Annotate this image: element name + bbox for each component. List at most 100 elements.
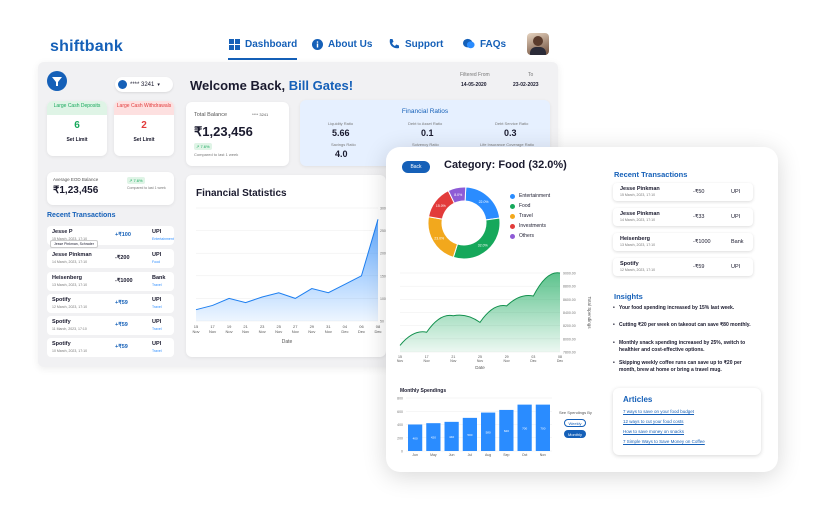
monthly-spendings-chart: 0 200 400 600 800 400 Jun 420 May 440 Jun 500 Jul 580…	[397, 397, 552, 457]
x-tick-label: Nov	[477, 359, 483, 363]
legend-swatch	[510, 203, 515, 209]
transaction-name: Jesse Pinkman	[620, 186, 660, 192]
brand-logo[interactable]: shiftbank	[50, 38, 123, 56]
transaction-category: Travel	[152, 283, 162, 287]
large-deposits-card[interactable]: Large Cash Deposits 6 Set Limit	[47, 101, 107, 156]
transaction-row[interactable]: Spotify 12 March, 2023, 17:10 -₹59 UPI	[613, 258, 753, 276]
y-tick-label: 8800.00	[563, 285, 576, 289]
top-nav: shiftbank Dashboard About Us Support FAQ…	[0, 0, 828, 70]
back-button[interactable]: Back	[402, 161, 430, 173]
legend-swatch	[510, 213, 515, 219]
article-link[interactable]: 7 ways to save on your food budget	[623, 409, 694, 414]
date-filter[interactable]: Filtered From To 14-05-2020 23-02-2023	[456, 72, 551, 94]
transaction-row[interactable]: Spotify 10 March, 2023, 17:10 +₹59 UPI Trave…	[47, 338, 174, 357]
transaction-row[interactable]: Spotify 11 March, 2023, 17:10 +₹59 UPI Trave…	[47, 316, 174, 335]
legend-label: Entertainment	[519, 193, 551, 199]
bar-value-label: 400	[413, 436, 418, 440]
transaction-name: Spotify	[52, 297, 71, 303]
legend-item: Entertainment	[510, 193, 550, 199]
transaction-mode: UPI	[731, 264, 741, 270]
transaction-amount: -₹59	[693, 264, 705, 270]
financial-statistics-chart: 3002502001501005015Nov17Nov19Nov21Nov23N…	[192, 207, 386, 346]
transaction-mode: UPI	[731, 189, 741, 195]
y-tick-label: 400	[397, 423, 403, 427]
area-fill	[196, 219, 378, 321]
category-title: Category: Food (32.0%)	[444, 159, 567, 171]
transaction-mode: UPI	[731, 214, 741, 220]
y-tick-label: 250	[380, 229, 386, 233]
x-tick-label: May	[430, 453, 437, 457]
insight-item: Skipping weekly coffee runs can save up …	[613, 360, 759, 373]
recent-transactions-title: Recent Transactions	[614, 170, 688, 179]
transaction-row[interactable]: Heisenberg 13 March, 2023, 17:10 -₹1000 Ban…	[613, 233, 753, 251]
transaction-name: Jesse Pinkman	[620, 211, 660, 217]
transaction-date: 11 March, 2023, 17:10	[52, 327, 87, 331]
transaction-row[interactable]: Spotify 12 March, 2023, 17:10 +₹59 UPI Trave…	[47, 294, 174, 313]
x-tick-label: Dec	[530, 359, 536, 363]
x-tick-label: Nov	[209, 329, 216, 334]
article-link[interactable]: 12 ways to cut your food costs	[623, 419, 684, 424]
transaction-row[interactable]: Jesse Pinkman 14 March, 2023, 17:10 -₹33 UP…	[613, 208, 753, 226]
y-tick-label: 8600.00	[563, 298, 576, 302]
total-spendings-chart: 7800.00 8000.00 8200.00 8400.00 8600.00 8800.…	[397, 272, 592, 371]
transaction-mode: UPI	[152, 229, 162, 235]
y-tick-label: 8000.00	[563, 337, 576, 341]
weekly-toggle[interactable]: Weekly	[564, 419, 586, 427]
transaction-category: Travel	[152, 327, 162, 331]
transaction-mode: UPI	[152, 297, 162, 303]
chat-icon	[463, 38, 475, 50]
welcome-heading: Welcome Back, Bill Gates!	[190, 78, 354, 93]
nav-dashboard[interactable]: Dashboard	[228, 38, 298, 60]
x-tick-label: Nov	[504, 359, 510, 363]
insight-item: Cutting ₹20 per week on takeout can save…	[613, 322, 759, 329]
x-tick-label: Nov	[424, 359, 430, 363]
transaction-row[interactable]: Heisenberg 13 March, 2023, 17:10 -₹1000 Ban…	[47, 272, 174, 291]
recent-transactions-title: Recent Transactions	[47, 212, 116, 219]
nav-dashboard-label: Dashboard	[245, 38, 298, 50]
x-axis-label: Date	[282, 339, 293, 345]
set-limit-button[interactable]: Set Limit	[114, 137, 174, 143]
transaction-name: Heisenberg	[52, 275, 82, 281]
x-tick-label: Nov	[308, 329, 315, 334]
bar-value-label: 700	[522, 426, 527, 430]
monthly-toggle[interactable]: Monthly	[564, 430, 586, 438]
transaction-row[interactable]: Jesse Pinkman 15 March, 2023, 17:10 -₹50 UP…	[613, 183, 753, 201]
x-tick-label: Dec	[358, 329, 365, 334]
x-tick-label: Nov	[450, 359, 456, 363]
legend-item: Travel	[510, 213, 550, 219]
x-tick-label: Nov	[259, 329, 266, 334]
articles-card: Articles 7 ways to save on your food bud…	[613, 388, 761, 455]
transaction-row[interactable]: Jesse Pinkman 14 March, 2023, 17:10 -₹200 U…	[47, 249, 174, 268]
legend-swatch	[510, 233, 515, 239]
account-number: **** 3241	[130, 81, 155, 88]
large-withdrawals-card[interactable]: Large Cash Withdrawals 2 Set Limit	[114, 101, 174, 156]
article-link[interactable]: 7 Simple Ways to Save Money on Coffee	[623, 439, 705, 444]
account-selector[interactable]: **** 3241 ▾	[115, 77, 173, 92]
account-mini-select[interactable]: **** 3241	[252, 112, 268, 117]
y-tick-label: 100	[380, 297, 386, 301]
bank-icon	[118, 80, 127, 89]
legend-swatch	[510, 223, 515, 229]
nav-support-label: Support	[405, 38, 444, 50]
article-link[interactable]: How to save money on snacks	[623, 429, 684, 434]
x-tick-label: Nov	[275, 329, 282, 334]
nav-support[interactable]: Support	[388, 38, 443, 50]
y-tick-label: 7800.00	[563, 351, 576, 355]
set-limit-button[interactable]: Set Limit	[47, 137, 107, 143]
x-tick-label: Jun	[412, 453, 418, 457]
y-tick-label: 0	[401, 450, 403, 454]
y-tick-label: 200	[380, 252, 386, 256]
see-spendings-label: See Spendings By	[559, 410, 592, 415]
legend-item: Investments	[510, 223, 550, 229]
avatar[interactable]	[527, 33, 549, 55]
transaction-date: 10 March, 2023, 17:10	[52, 349, 88, 353]
nav-faqs[interactable]: FAQs	[463, 38, 506, 50]
nav-about[interactable]: About Us	[311, 38, 372, 50]
financial-statistics-card: Financial Statistics 300 250 200 150 100 50 15…	[186, 175, 386, 357]
transaction-amount: -₹33	[693, 214, 705, 220]
transaction-amount: -₹1000	[115, 278, 133, 284]
transaction-amount: +₹59	[115, 344, 128, 350]
transaction-date: 12 March, 2023, 17:10	[620, 268, 656, 272]
transaction-mode: UPI	[152, 341, 162, 347]
transaction-category: Travel	[152, 305, 162, 309]
